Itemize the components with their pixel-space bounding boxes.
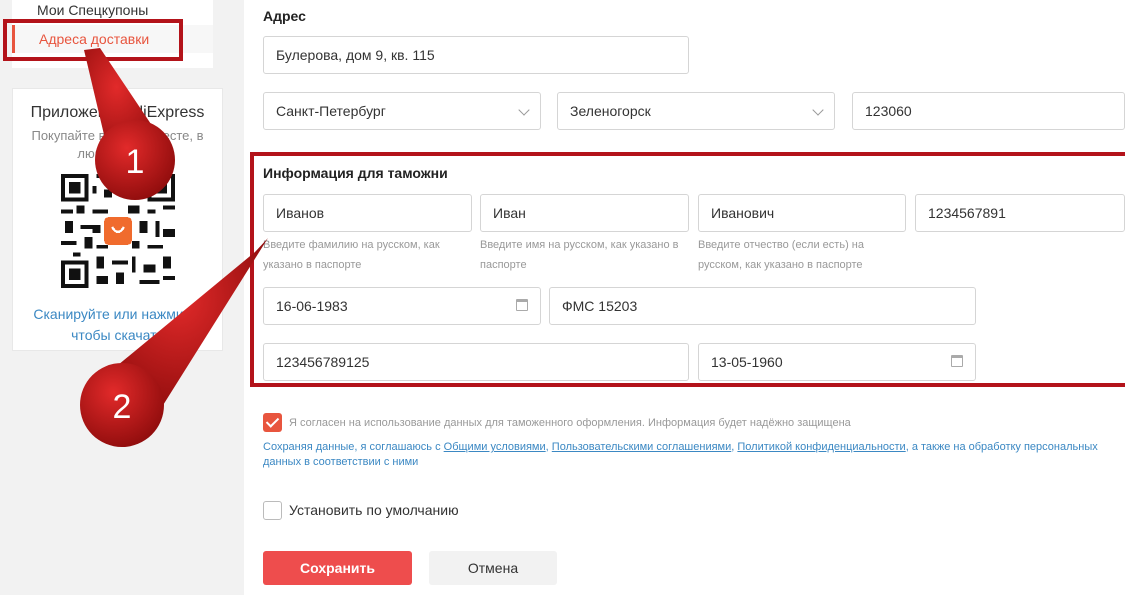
app-download-link[interactable]: Сканируйте или нажмите, чтобы скачать — [19, 304, 216, 346]
qr-code-icon[interactable] — [61, 174, 175, 288]
marker-2-label: 2 — [113, 388, 132, 426]
delivery-address-highlight-box — [3, 19, 183, 61]
city-select[interactable]: Зеленогорск — [557, 92, 835, 130]
general-terms-link[interactable]: Общими условиями — [444, 441, 546, 453]
app-promo-title: Приложение AliExpress — [30, 104, 205, 121]
customs-highlight-box — [250, 152, 1125, 387]
default-label: Установить по умолчанию — [289, 502, 459, 518]
app-promo-subtitle: Покупайте в любом месте, в любое время — [31, 128, 204, 161]
city-select-value: Зеленогорск — [570, 103, 651, 119]
default-checkbox[interactable] — [263, 501, 282, 520]
region-select[interactable]: Санкт-Петербург — [263, 92, 541, 130]
terms-prefix: Сохраняя данные, я соглашаюсь с — [263, 441, 444, 453]
address-section-label: Адрес — [263, 8, 306, 24]
chevron-down-icon — [518, 104, 530, 116]
terms-text: Сохраняя данные, я соглашаюсь с Общими у… — [263, 440, 1113, 470]
app-promo-card: Приложение AliExpress Покупайте в любом … — [12, 88, 223, 351]
region-select-value: Санкт-Петербург — [276, 103, 386, 119]
chevron-down-icon — [812, 104, 824, 116]
save-button[interactable]: Сохранить — [263, 551, 412, 585]
cancel-button[interactable]: Отмена — [429, 551, 557, 585]
user-agreements-link[interactable]: Пользовательскими соглашениями — [552, 441, 731, 453]
zip-field[interactable]: 123060 — [852, 92, 1125, 130]
consent-checkbox[interactable] — [263, 413, 282, 432]
privacy-policy-link[interactable]: Политикой конфиденциальности — [737, 441, 905, 453]
consent-text: Я согласен на использование данных для т… — [289, 417, 851, 429]
street-field[interactable]: Булерова, дом 9, кв. 115 — [263, 36, 689, 74]
